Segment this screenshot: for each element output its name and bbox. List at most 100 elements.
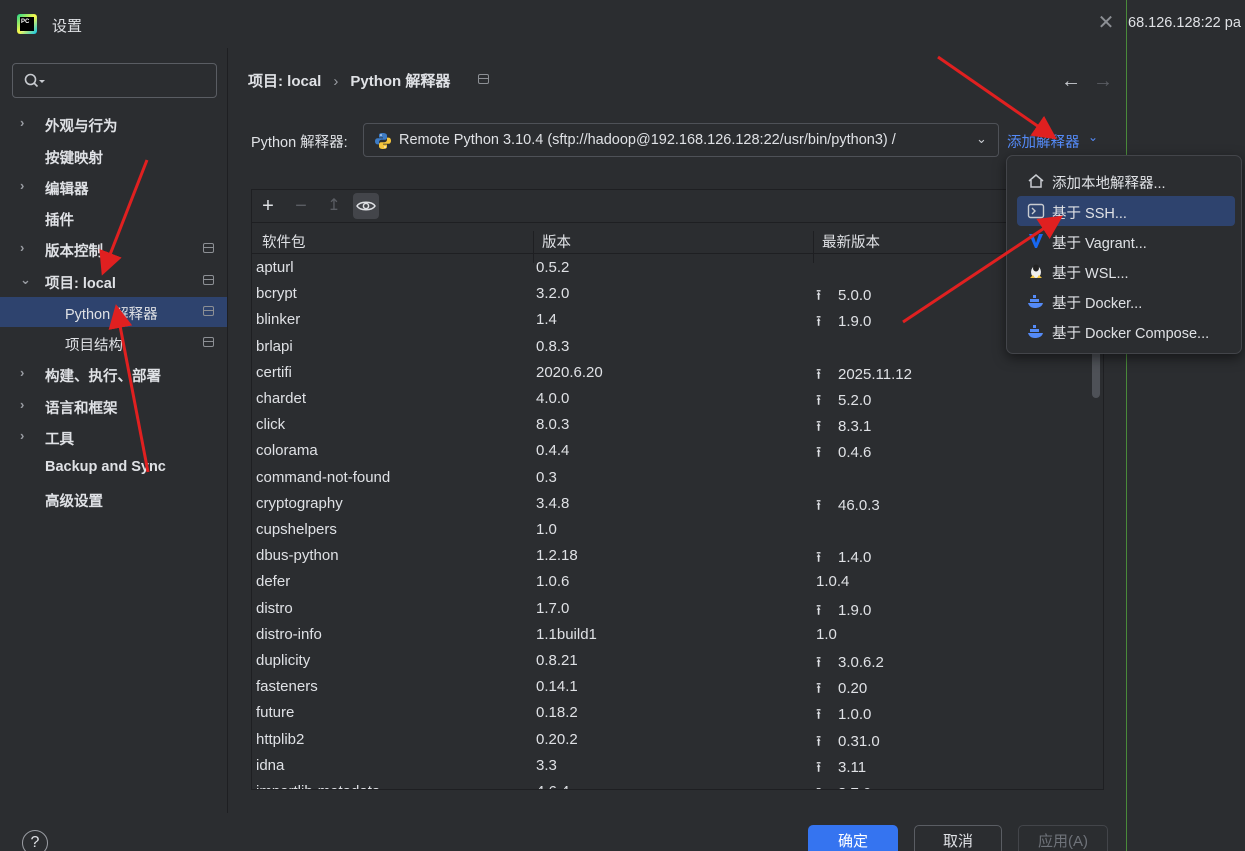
- breadcrumb-separator: ›: [333, 73, 339, 90]
- sidebar-item-appearance[interactable]: › 外观与行为: [0, 109, 227, 139]
- sidebar-item-label: 按键映射: [45, 151, 103, 167]
- sidebar-item-project[interactable]: ⌄ 项目: local: [0, 266, 227, 296]
- latest-version-text: 1.4.0: [838, 549, 872, 567]
- sidebar-item-plugins[interactable]: 插件: [0, 203, 227, 233]
- table-row[interactable]: defer 1.0.6 1.0.4: [252, 569, 1103, 595]
- package-version: 3.2.0: [536, 285, 570, 303]
- project-scope-icon: [203, 337, 214, 347]
- vagrant-icon: [1029, 234, 1043, 248]
- package-version: 1.2.18: [536, 547, 578, 565]
- chevron-right-icon: ›: [20, 115, 25, 130]
- package-name: future: [256, 704, 295, 722]
- column-header-latest[interactable]: 最新版本: [822, 231, 880, 252]
- menu-item-docker-compose[interactable]: 基于 Docker Compose...: [1017, 316, 1235, 346]
- package-latest: ⭱8.7.0: [816, 783, 871, 789]
- interpreter-select[interactable]: Remote Python 3.10.4 (sftp://hadoop@192.…: [363, 123, 999, 157]
- sidebar-item-label: 高级设置: [45, 494, 103, 510]
- latest-version-text: 0.4.6: [838, 444, 872, 462]
- package-name: distro: [256, 599, 293, 617]
- sidebar-item-version-control[interactable]: › 版本控制: [0, 234, 227, 264]
- table-row[interactable]: blinker 1.4 ⭱ 1.9.0: [252, 307, 1103, 333]
- latest-version-text: 8.3.1: [838, 418, 872, 436]
- menu-item-ssh[interactable]: 基于 SSH...: [1017, 196, 1235, 226]
- menu-item-local-interpreter[interactable]: 添加本地解释器...: [1017, 166, 1235, 196]
- table-row[interactable]: importlib-metadata 4.6.4 ⭱8.7.0: [252, 779, 1103, 789]
- remove-package-icon[interactable]: −: [288, 193, 314, 219]
- sidebar-item-languages-frameworks[interactable]: › 语言和框架: [0, 391, 227, 421]
- menu-item-vagrant[interactable]: 基于 Vagrant...: [1017, 226, 1235, 256]
- add-package-icon[interactable]: +: [255, 193, 281, 219]
- table-row[interactable]: cupshelpers 1.0: [252, 517, 1103, 543]
- latest-version-text: 2025.11.12: [838, 365, 912, 383]
- latest-version-text: 1.9.0: [838, 601, 872, 619]
- table-row[interactable]: httplib2 0.20.2 ⭱ 0.31.0: [252, 727, 1103, 753]
- latest-version-text: 1.0.4: [816, 573, 850, 591]
- breadcrumb-project[interactable]: 项目: local: [248, 70, 321, 91]
- help-button[interactable]: ?: [22, 830, 48, 851]
- upgrade-package-icon[interactable]: ↥: [321, 193, 347, 219]
- sidebar-item-python-interpreter[interactable]: Python 解释器: [0, 297, 227, 327]
- table-row[interactable]: click 8.0.3 ⭱ 8.3.1: [252, 412, 1103, 438]
- package-name: bcrypt: [256, 285, 297, 303]
- linux-icon: [1030, 264, 1042, 278]
- table-row[interactable]: distro 1.7.0 ⭱ 1.9.0: [252, 596, 1103, 622]
- table-row[interactable]: dbus-python 1.2.18 ⭱ 1.4.0: [252, 543, 1103, 569]
- table-row[interactable]: fasteners 0.14.1 ⭱ 0.20: [252, 674, 1103, 700]
- latest-version-text: 0.20: [838, 680, 868, 698]
- sidebar-item-editor[interactable]: › 编辑器: [0, 172, 227, 202]
- package-version: 1.1build1: [536, 625, 597, 643]
- ok-button[interactable]: 确定: [808, 825, 898, 851]
- table-row[interactable]: certifi 2020.6.20 ⭱ 2025.11.12: [252, 360, 1103, 386]
- apply-button[interactable]: 应用(A): [1018, 825, 1108, 851]
- sidebar-item-tools[interactable]: › 工具: [0, 422, 227, 452]
- table-row[interactable]: distro-info 1.1build1 1.0: [252, 622, 1103, 648]
- column-header-package[interactable]: 软件包: [262, 231, 306, 252]
- home-icon: [1028, 174, 1044, 188]
- add-interpreter-link[interactable]: 添加解释器: [1007, 131, 1080, 152]
- table-row[interactable]: colorama 0.4.4 ⭱ 0.4.6: [252, 438, 1103, 464]
- sidebar-item-advanced-settings[interactable]: 高级设置: [0, 484, 227, 514]
- package-version: 1.0.6: [536, 573, 570, 591]
- menu-item-label: 基于 Docker Compose...: [1052, 326, 1210, 342]
- table-row[interactable]: duplicity 0.8.21 ⭱ 3.0.6.2: [252, 648, 1103, 674]
- latest-version-text: 46.0.3: [838, 496, 880, 514]
- sidebar-item-label: 构建、执行、部署: [45, 369, 161, 385]
- package-version: 0.5.2: [536, 259, 570, 276]
- sidebar-item-keymap[interactable]: 按键映射: [0, 141, 227, 171]
- interpreter-value: Remote Python 3.10.4 (sftp://hadoop@192.…: [399, 132, 896, 148]
- search-input[interactable]: [12, 63, 217, 98]
- close-icon[interactable]: ✕: [1096, 13, 1116, 33]
- package-version: 3.3: [536, 756, 557, 774]
- sidebar-item-build-execution-deployment[interactable]: › 构建、执行、部署: [0, 359, 227, 389]
- menu-item-label: 基于 Docker...: [1052, 296, 1143, 312]
- menu-item-wsl[interactable]: 基于 WSL...: [1017, 256, 1235, 286]
- cancel-button[interactable]: 取消: [914, 825, 1002, 851]
- chevron-down-icon[interactable]: ⌄: [1088, 130, 1098, 144]
- table-row[interactable]: future 0.18.2 ⭱ 1.0.0: [252, 700, 1103, 726]
- table-row[interactable]: bcrypt 3.2.0 ⭱ 5.0.0: [252, 281, 1103, 307]
- table-row[interactable]: chardet 4.0.0 ⭱ 5.2.0: [252, 386, 1103, 412]
- show-all-eye-icon[interactable]: [353, 193, 379, 219]
- chevron-down-icon: ⌄: [976, 131, 987, 146]
- back-arrow-icon[interactable]: ←: [1061, 70, 1081, 93]
- menu-item-docker[interactable]: 基于 Docker...: [1017, 286, 1235, 316]
- sidebar-item-backup-sync[interactable]: Backup and Sync: [0, 453, 227, 483]
- table-row[interactable]: brlapi 0.8.3: [252, 334, 1103, 360]
- package-version: 3.4.8: [536, 494, 570, 512]
- forward-arrow-icon[interactable]: →: [1093, 70, 1113, 93]
- table-row[interactable]: command-not-found 0.3: [252, 465, 1103, 491]
- upgrade-available-icon[interactable]: ⭱: [816, 783, 838, 789]
- sidebar-item-project-structure[interactable]: 项目结构: [0, 328, 227, 358]
- sidebar-item-label: 工具: [45, 432, 74, 448]
- package-latest: 1.0.4: [816, 573, 849, 590]
- chevron-right-icon: ›: [20, 365, 25, 380]
- package-name: dbus-python: [256, 547, 339, 565]
- package-name: defer: [256, 573, 291, 591]
- background-window-text: 68.126.128:22 pa: [1128, 15, 1241, 31]
- menu-item-label: 添加本地解释器...: [1052, 176, 1166, 192]
- project-scope-icon: [203, 275, 214, 285]
- table-row[interactable]: apturl 0.5.2: [252, 255, 1103, 281]
- column-header-version[interactable]: 版本: [542, 231, 571, 252]
- table-row[interactable]: idna 3.3 ⭱ 3.11: [252, 753, 1103, 779]
- table-row[interactable]: cryptography 3.4.8 ⭱ 46.0.3: [252, 491, 1103, 517]
